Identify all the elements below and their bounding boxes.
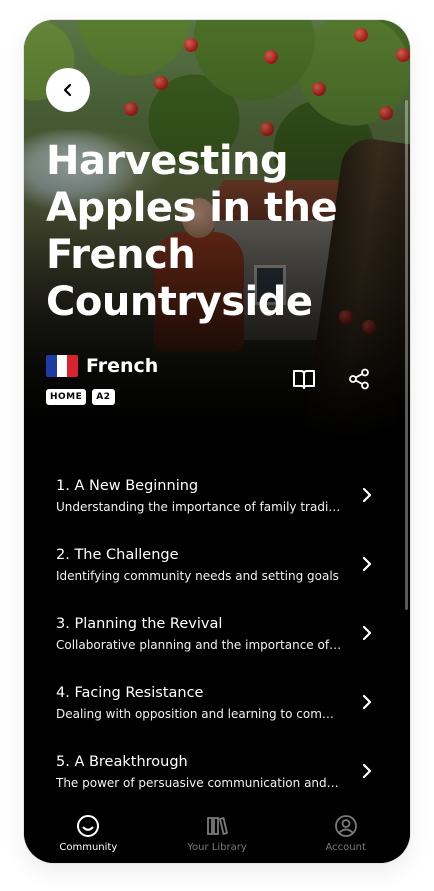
- chapter-item[interactable]: 1. A New Beginning Understanding the imp…: [24, 460, 410, 529]
- read-button[interactable]: [291, 366, 317, 392]
- tab-label: Your Library: [187, 842, 247, 853]
- chapter-title: 3. Planning the Revival: [56, 616, 223, 632]
- tab-your-library[interactable]: Your Library: [153, 806, 282, 863]
- chapter-description: The power of persuasive communication an…: [56, 776, 342, 790]
- chapter-description: Understanding the importance of family t…: [56, 500, 342, 514]
- chapter-description: Collaborative planning and the importanc…: [56, 638, 342, 652]
- open-book-icon: [293, 370, 315, 389]
- chapter-title: 1. A New Beginning: [56, 478, 199, 494]
- user-circle-icon: [334, 815, 357, 837]
- scrollbar[interactable]: [405, 100, 408, 610]
- chapter-description: Dealing with opposition and learning to …: [56, 707, 342, 721]
- chapter-item[interactable]: 3. Planning the Revival Collaborative pl…: [24, 598, 410, 667]
- chapter-item[interactable]: 2. The Challenge Identifying community n…: [24, 529, 410, 598]
- tab-account[interactable]: Account: [281, 806, 410, 863]
- chapter-description: Identifying community needs and setting …: [56, 569, 339, 583]
- chapter-list: 1. A New Beginning Understanding the imp…: [24, 460, 410, 805]
- library-books-icon: [207, 817, 228, 835]
- story-title: Harvesting Apples in the French Countrys…: [46, 138, 338, 325]
- chevron-right-icon: [362, 694, 372, 710]
- bottom-tab-bar: Community Your Library Account: [24, 806, 410, 863]
- tab-label: Community: [59, 842, 118, 853]
- badge-row: HOME A2: [46, 389, 115, 405]
- back-button[interactable]: [46, 68, 90, 112]
- share-icon: [349, 368, 369, 390]
- smiley-face-icon: [77, 815, 100, 837]
- chapter-title: 4. Facing Resistance: [56, 685, 204, 701]
- share-button[interactable]: [346, 366, 372, 392]
- chevron-right-icon: [362, 487, 372, 503]
- chapter-item[interactable]: 5. A Breakthrough The power of persuasiv…: [24, 736, 410, 805]
- chevron-right-icon: [362, 625, 372, 641]
- chapter-title: 2. The Challenge: [56, 547, 179, 563]
- chapter-item[interactable]: 4. Facing Resistance Dealing with opposi…: [24, 667, 410, 736]
- chapter-title: 5. A Breakthrough: [56, 754, 188, 770]
- language-row: French: [46, 354, 158, 378]
- level-badge: A2: [92, 389, 115, 405]
- language-name: French: [86, 355, 159, 377]
- chevron-left-icon: [63, 83, 72, 97]
- tab-label: Account: [325, 842, 366, 853]
- category-badge: HOME: [46, 389, 87, 405]
- tab-community[interactable]: Community: [24, 806, 153, 863]
- phone-screen: Harvesting Apples in the French Countrys…: [24, 20, 410, 863]
- french-flag-icon: [46, 355, 78, 377]
- chevron-right-icon: [362, 556, 372, 572]
- chevron-right-icon: [362, 763, 372, 779]
